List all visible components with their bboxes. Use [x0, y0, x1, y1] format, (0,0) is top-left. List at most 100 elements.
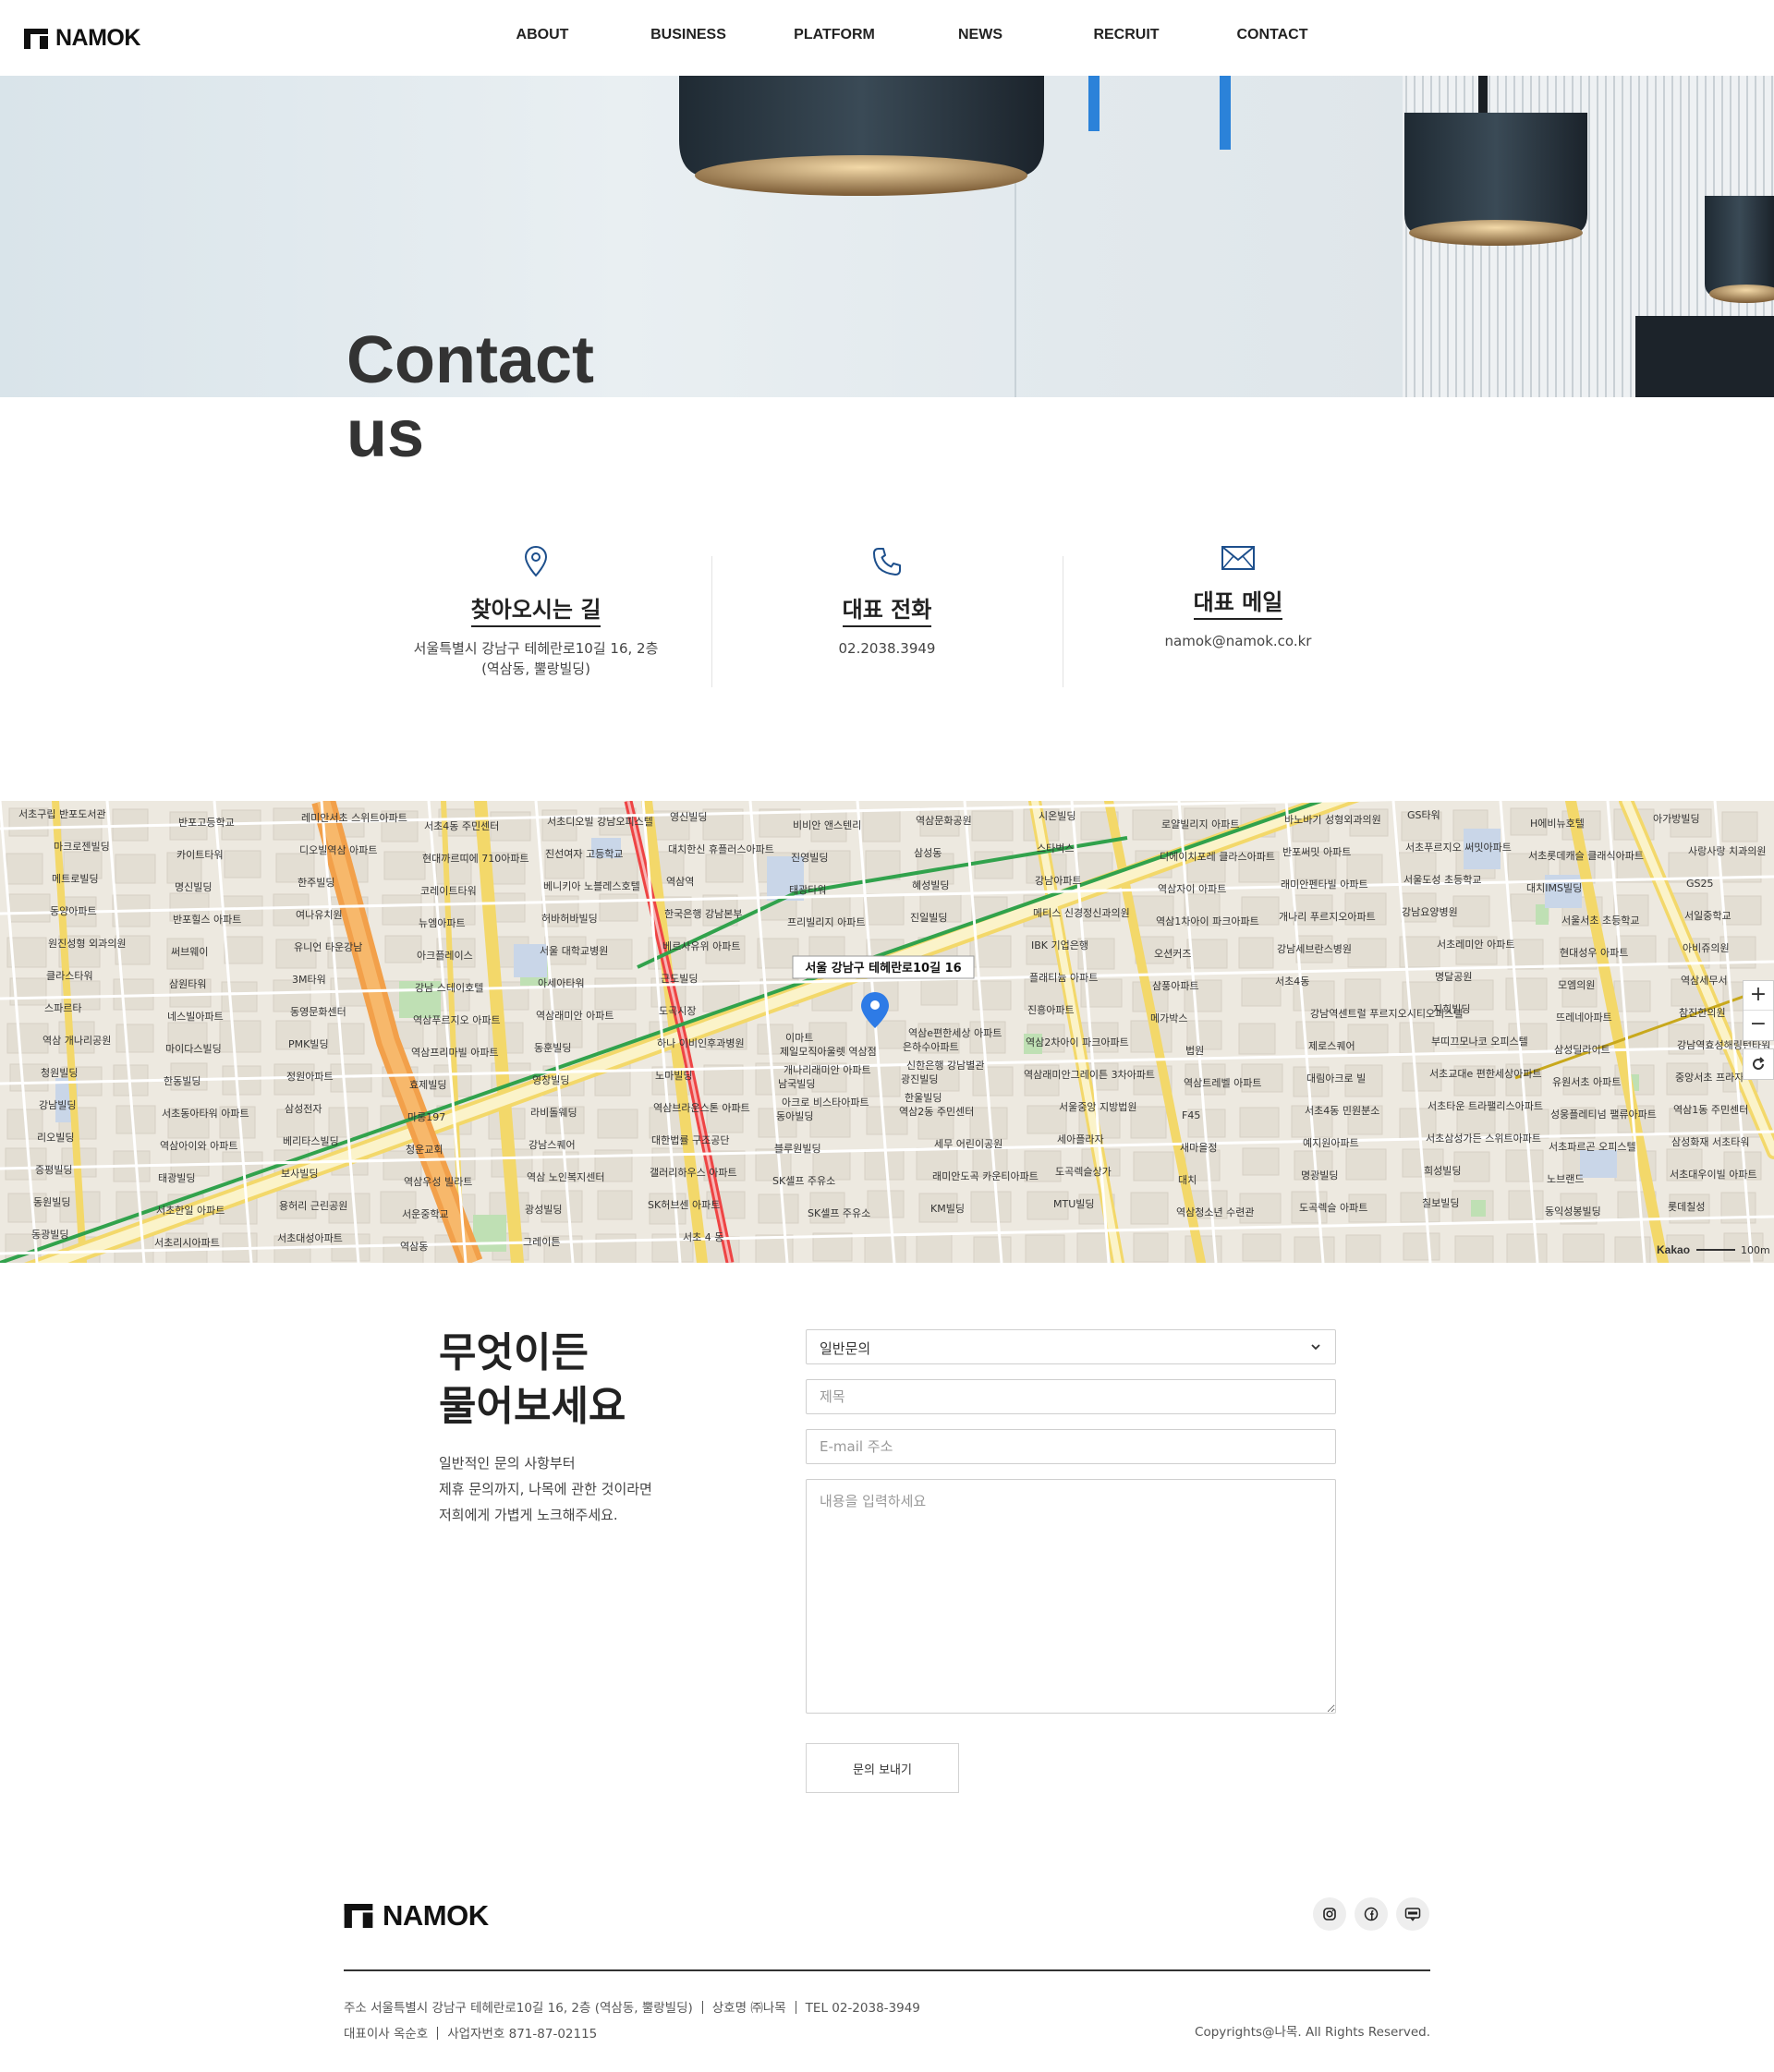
- map-place-label: 한동빌딩: [164, 1075, 200, 1087]
- map-place-label: 갤러리하우스 아파트: [650, 1166, 737, 1179]
- map-place-label: 서초디오빌 강남오피스텔: [547, 816, 653, 828]
- page-title-line1: Contact: [346, 323, 594, 397]
- inquiry-desc-line2: 제휴 문의까지, 나목에 관한 것이라면: [439, 1481, 652, 1497]
- map-place-label: 정원아파트: [286, 1071, 334, 1083]
- footer-logo[interactable]: NAMOK: [344, 1899, 489, 1933]
- copyright: Copyrights@나목. All Rights Reserved.: [1195, 2025, 1430, 2040]
- map-scale: 100m: [1741, 1244, 1770, 1256]
- subject-input[interactable]: [806, 1379, 1336, 1414]
- inquiry-desc-line3: 저희에게 가볍게 노크해주세요.: [439, 1507, 618, 1523]
- map-place-label: 서초레미안 아파트: [1437, 939, 1514, 951]
- map-place-label: 메티스 신경정신과의원: [1033, 907, 1130, 919]
- nav-about[interactable]: ABOUT: [469, 27, 615, 43]
- map-place-label: 아세아타워: [538, 977, 585, 989]
- map-place-label: 동아빌딩: [776, 1110, 813, 1122]
- map-place-label: 삼성화재 서초타워: [1671, 1136, 1749, 1148]
- submit-button[interactable]: 문의 보내기: [806, 1743, 959, 1793]
- map-place-label: 혜성빌딩: [912, 879, 949, 891]
- facebook-icon: [1364, 1907, 1379, 1921]
- info-card-email: 대표 메일 namok@namok.co.kr: [1063, 545, 1414, 693]
- map-place-label: 역삼세무서: [1681, 975, 1728, 987]
- map-place-label: 역삼역: [666, 876, 694, 888]
- nav-business[interactable]: BUSINESS: [615, 27, 761, 43]
- map-place-label: 개나리 푸르지오아파트: [1279, 911, 1376, 923]
- map-place-label: 반포고등학교: [178, 817, 235, 829]
- map-place-label: 대치한신 휴플러스아파트: [668, 843, 774, 855]
- facebook-link[interactable]: [1355, 1897, 1388, 1931]
- zoom-in-button[interactable]: +: [1744, 981, 1773, 1011]
- map-place-label: 강남빌딩: [39, 1099, 76, 1111]
- map-place-label: 서초대우이빌 아파트: [1670, 1169, 1757, 1181]
- map-place-label: 도곡렉슬 아파트: [1299, 1202, 1367, 1214]
- brand-logo[interactable]: NAMOK: [24, 25, 140, 52]
- nav-recruit[interactable]: RECRUIT: [1053, 27, 1199, 43]
- map-place-label: 은하수아파트: [903, 1040, 959, 1053]
- info-email-title: 대표 메일: [1193, 584, 1283, 620]
- map-place-label: 강남스퀘어: [529, 1139, 576, 1151]
- map-reset-button[interactable]: [1743, 1048, 1774, 1080]
- map-place-label: 새마을정: [1180, 1142, 1217, 1154]
- map-place-label: 서울서초 초등학교: [1561, 915, 1639, 927]
- map-place-label: 동양아파트: [50, 905, 97, 917]
- nav-platform[interactable]: PLATFORM: [761, 27, 907, 43]
- map-place-label: 노브랜드: [1547, 1173, 1584, 1185]
- inquiry-type-value: 일반문의: [820, 1340, 871, 1357]
- email-input[interactable]: [806, 1429, 1336, 1464]
- map-place-label: 참진한의원: [1679, 1007, 1726, 1019]
- map-place-label: 아가방빌딩: [1653, 813, 1700, 825]
- map-place-label: 대한법률 구조공단: [651, 1134, 729, 1146]
- map-place-label: 중앙서초 프라자: [1675, 1072, 1744, 1084]
- map-place-label: 라비돌웨딩: [530, 1107, 577, 1119]
- map-place-label: 강남 스테이호텔: [415, 982, 483, 994]
- map-place-label: GS타워: [1407, 809, 1440, 821]
- map-place-label: 대림아크로 빌: [1306, 1072, 1366, 1084]
- map-place-label: 마크로젠빌딩: [54, 841, 110, 853]
- map-place-label: 마이다스빌딩: [165, 1043, 222, 1055]
- location-map[interactable]: 서초구립 반포도서관 반포고등학교 레미안서초 스위트아파트 서초4동 주민센터 서초디…: [0, 801, 1774, 1263]
- map-place-label: 역삼문화공원: [916, 815, 972, 827]
- map-place-label: 역삼 노인복지센터: [527, 1171, 604, 1183]
- content-textarea[interactable]: [806, 1479, 1336, 1714]
- map-place-label: 서초파르곤 오피스텔: [1549, 1141, 1636, 1153]
- map-place-label: 진일빌딩: [910, 911, 947, 924]
- zoom-out-button[interactable]: −: [1744, 1011, 1773, 1040]
- separator: [437, 2027, 439, 2040]
- map-place-label: 칠보빌딩: [1422, 1197, 1459, 1209]
- instagram-link[interactable]: [1313, 1897, 1346, 1931]
- separator: [701, 2001, 703, 2014]
- map-place-label: 세아플라자: [1057, 1133, 1104, 1145]
- map-place-label: 그레이튼: [523, 1236, 560, 1248]
- map-canvas[interactable]: 서초구립 반포도서관반포고등학교 레미안서초 스위트아파트서초4동 주민센터 서초디…: [0, 801, 1774, 1263]
- map-place-label: 스타벅스: [1037, 842, 1074, 854]
- map-place-label: 오션커즈: [1154, 948, 1191, 960]
- map-place-label: 명광빌딩: [1301, 1169, 1338, 1181]
- social-links: [1313, 1897, 1429, 1931]
- map-place-label: 베니키아 노블레스호텔: [543, 880, 640, 892]
- blog-link[interactable]: [1396, 1897, 1429, 1931]
- info-phone-number[interactable]: 02.2038.3949: [711, 638, 1063, 659]
- map-place-label: 한울빌딩: [905, 1092, 942, 1104]
- nav-contact[interactable]: CONTACT: [1199, 27, 1345, 43]
- info-location-title: 찾아오시는 길: [470, 591, 601, 627]
- map-place-label: 동익성봉빌딩: [1545, 1206, 1601, 1218]
- footer-company: 상호명 ㈜나목: [711, 2001, 786, 2016]
- inquiry-form: 일반문의 문의 보내기: [806, 1329, 1336, 1793]
- map-place-label: 메가박스: [1150, 1012, 1187, 1024]
- refresh-icon: [1753, 1057, 1765, 1070]
- nav-news[interactable]: NEWS: [907, 27, 1053, 43]
- page-title: Contact us: [346, 323, 624, 471]
- hero-image: [0, 76, 1774, 397]
- inquiry-type-select[interactable]: 일반문의: [806, 1329, 1336, 1364]
- map-place-label: 지희빌딩: [1433, 1003, 1470, 1015]
- map-place-label: 뉴엠아파트: [419, 917, 466, 929]
- map-place-label: 역삼트레벨 아파트: [1184, 1077, 1261, 1089]
- map-place-label: 예지원아파트: [1303, 1137, 1359, 1149]
- map-place-label: 아비쥬의원: [1683, 942, 1730, 954]
- contact-info: 찾아오시는 길 서울특별시 강남구 테헤란로10길 16, 2층 (역삼동, 뿔…: [360, 545, 1414, 693]
- inquiry-title: 무엇이든 물어보세요: [439, 1327, 626, 1434]
- map-place-label: 근도빌딩: [661, 973, 698, 985]
- map-place-label: 역삼1차아이 파크아파트: [1156, 915, 1259, 927]
- map-place-label: 역삼동: [400, 1241, 428, 1253]
- instagram-icon: [1323, 1908, 1336, 1921]
- info-email-address[interactable]: namok@namok.co.kr: [1063, 631, 1414, 651]
